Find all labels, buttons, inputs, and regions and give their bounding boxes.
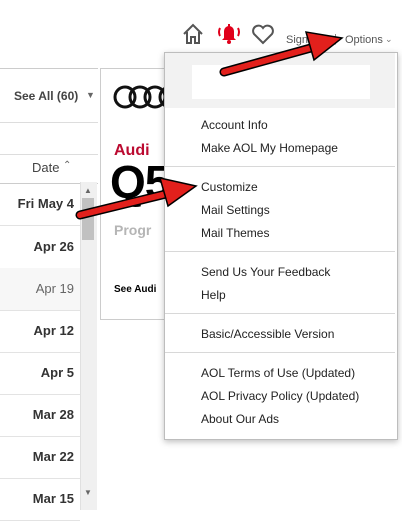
arrow-to-customize xyxy=(75,176,198,220)
arrow-to-options xyxy=(219,31,344,77)
annotation-arrows xyxy=(75,31,344,220)
